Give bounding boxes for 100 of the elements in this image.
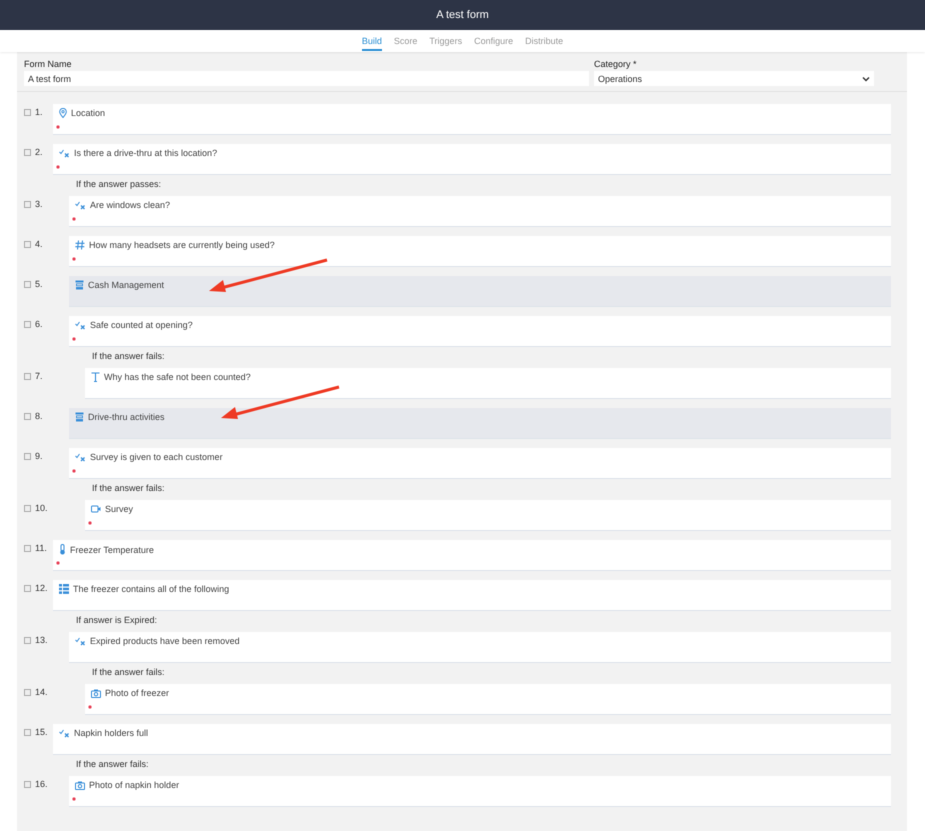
question-title: Survey is given to each customer: [90, 452, 223, 462]
checkbox[interactable]: [24, 729, 31, 736]
form-name-label: Form Name: [24, 59, 73, 69]
checkbox[interactable]: [24, 281, 31, 288]
question-number: 6.: [35, 319, 43, 329]
form-name-field[interactable]: A test form: [24, 71, 589, 86]
category-label: Category *: [594, 59, 638, 69]
condition-label: If answer is Expired:: [76, 615, 158, 625]
required-asterisk-icon: [88, 705, 92, 709]
category-select[interactable]: Operations: [594, 71, 874, 86]
question-number: 11.: [35, 543, 47, 553]
question-number: 16.: [35, 779, 48, 789]
required-asterisk-icon: [56, 125, 60, 129]
question-number: 13.: [35, 635, 48, 645]
camera-icon: [91, 688, 101, 698]
condition-label: If the answer fails:: [92, 351, 165, 361]
condition-label: If the answer fails:: [92, 483, 165, 493]
checkbox[interactable]: [24, 413, 31, 420]
video-camera-icon: [91, 505, 101, 513]
question-number: 7.: [35, 371, 43, 381]
chevron-down-icon: [862, 76, 870, 82]
question-number: 2.: [35, 147, 43, 157]
condition-label: If the answer fails:: [92, 667, 165, 677]
condition-label: If the answer fails:: [76, 759, 149, 769]
question-card[interactable]: How many headsets are currently being used?: [69, 236, 891, 267]
question-number: 4.: [35, 239, 43, 249]
required-asterisk-icon: [88, 521, 92, 525]
required-asterisk-icon: [56, 561, 60, 565]
question-number: 5.: [35, 279, 43, 289]
question-card[interactable]: Are windows clean?: [69, 196, 891, 227]
question-title: How many headsets are currently being used?: [89, 240, 275, 250]
question-title: Cash Management: [88, 280, 164, 290]
question-card[interactable]: Why has the safe not been counted?: [85, 368, 891, 399]
check-cross-icon: [75, 452, 86, 462]
checkbox[interactable]: [24, 781, 31, 788]
question-card[interactable]: The freezer contains all of the following: [53, 580, 891, 611]
question-card[interactable]: Survey: [85, 500, 891, 531]
required-asterisk-icon: [72, 217, 76, 221]
location-pin-icon: [59, 108, 67, 118]
checkbox[interactable]: [24, 373, 31, 380]
question-title: Freezer Temperature: [70, 544, 154, 554]
check-cross-icon: [75, 200, 86, 210]
list-icon: [59, 584, 69, 594]
required-asterisk-icon: [72, 797, 76, 801]
required-asterisk-icon: [72, 257, 76, 261]
question-title: Are windows clean?: [90, 200, 170, 210]
question-title: Why has the safe not been counted?: [104, 372, 251, 382]
checkbox[interactable]: [24, 637, 31, 644]
required-asterisk-icon: [72, 337, 76, 341]
question-number: 15.: [35, 727, 48, 737]
question-title: Safe counted at opening?: [90, 320, 193, 330]
camera-icon: [75, 780, 85, 790]
question-title: Location: [71, 108, 106, 118]
question-card[interactable]: Drive-thru activities: [69, 408, 891, 439]
checkbox[interactable]: [24, 453, 31, 460]
section-icon: [75, 280, 84, 290]
check-cross-icon: [59, 728, 70, 738]
checkbox[interactable]: [24, 585, 31, 592]
required-asterisk-icon: [72, 469, 76, 473]
checkbox[interactable]: [24, 505, 31, 512]
section-icon: [75, 412, 84, 422]
question-number: 3.: [35, 199, 43, 209]
question-number: 14.: [35, 687, 48, 697]
question-number: 8.: [35, 411, 43, 421]
question-card[interactable]: Cash Management: [69, 276, 891, 307]
checkbox[interactable]: [24, 109, 31, 116]
window-title: A test form: [436, 9, 489, 21]
question-title: Photo of napkin holder: [89, 780, 180, 790]
question-card[interactable]: Survey is given to each customer: [69, 448, 891, 479]
question-number: 1.: [35, 107, 43, 117]
question-card[interactable]: Expired products have been removed: [69, 632, 891, 663]
question-title: Is there a drive-thru at this location?: [74, 148, 218, 158]
question-card[interactable]: Photo of freezer: [85, 684, 891, 715]
checkbox[interactable]: [24, 201, 31, 208]
question-card[interactable]: Napkin holders full: [53, 724, 891, 755]
question-card[interactable]: Photo of napkin holder: [69, 776, 891, 807]
question-card[interactable]: Freezer Temperature: [53, 540, 891, 571]
question-card[interactable]: Location: [53, 104, 891, 135]
check-cross-icon: [75, 320, 86, 330]
question-number: 9.: [35, 451, 43, 461]
question-title: Drive-thru activities: [88, 412, 165, 422]
checkbox[interactable]: [24, 149, 31, 156]
condition-label: If the answer passes:: [76, 179, 162, 189]
checkbox[interactable]: [24, 545, 31, 552]
question-card[interactable]: Safe counted at opening?: [69, 316, 891, 347]
question-title: Photo of freezer: [105, 688, 170, 698]
question-number: 10.: [35, 503, 48, 513]
checkbox[interactable]: [24, 241, 31, 248]
question-title: Survey: [105, 504, 134, 514]
checkbox[interactable]: [24, 689, 31, 696]
check-cross-icon: [75, 636, 86, 646]
question-number: 12.: [35, 583, 48, 593]
question-title: Napkin holders full: [74, 728, 148, 738]
hash-icon: [75, 240, 85, 250]
text-icon: [91, 372, 100, 382]
thermometer-icon: [59, 544, 66, 555]
question-card[interactable]: Is there a drive-thru at this location?: [53, 144, 891, 175]
question-title: Expired products have been removed: [90, 636, 240, 646]
check-cross-icon: [59, 148, 70, 158]
checkbox[interactable]: [24, 321, 31, 328]
